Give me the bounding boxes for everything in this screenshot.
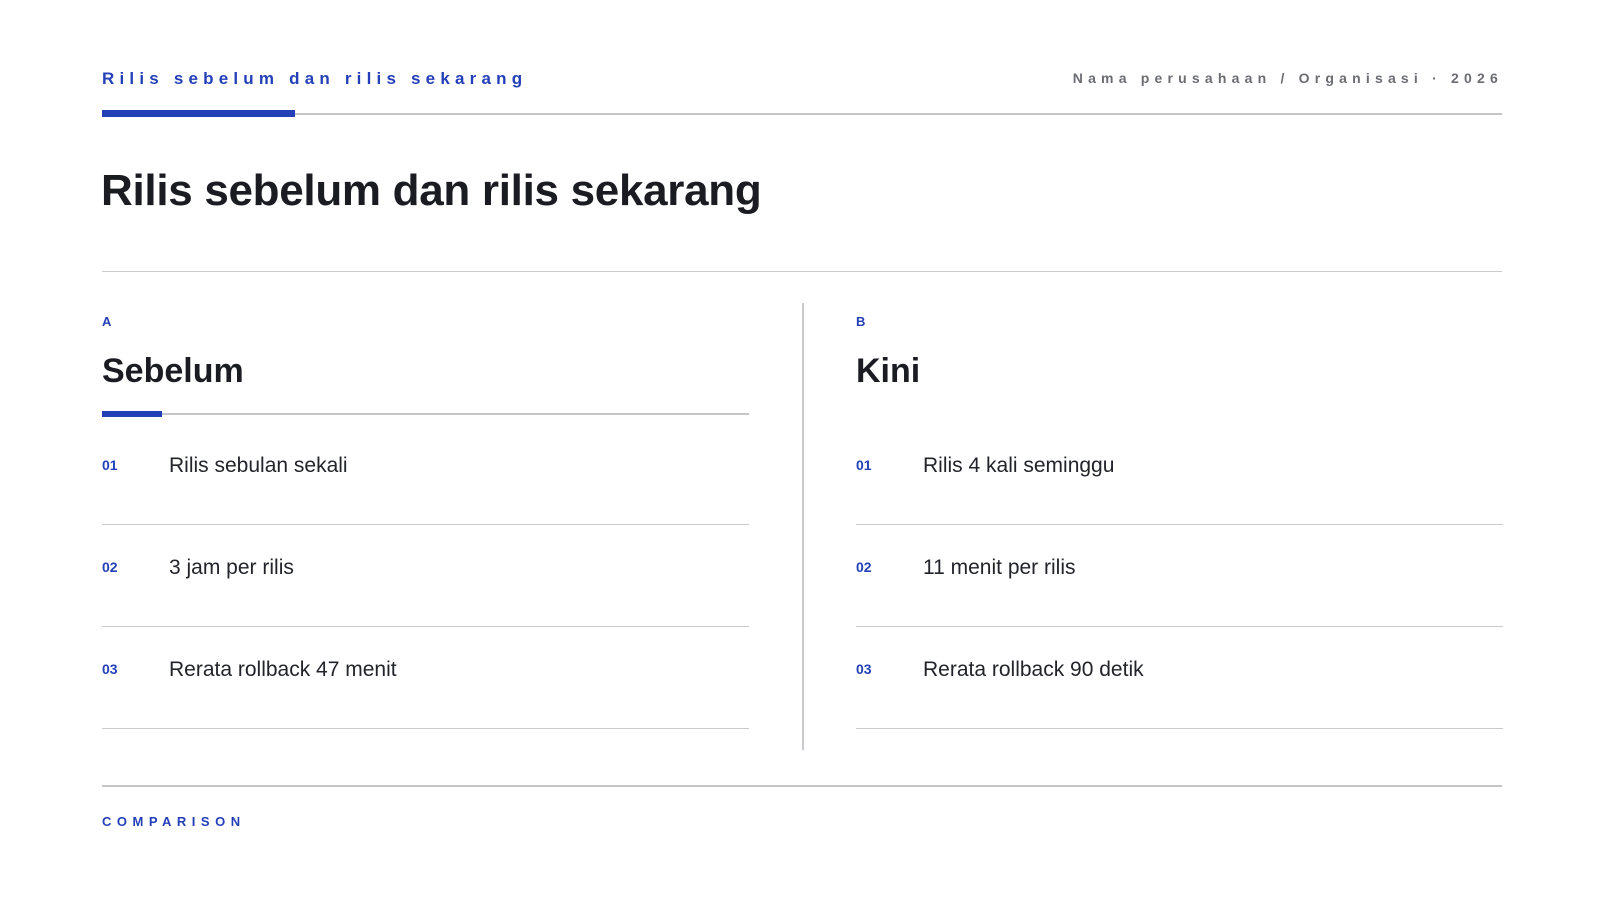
column-letter: A <box>102 314 112 329</box>
list-item: 02 3 jam per rilis <box>102 525 749 627</box>
item-text: Rerata rollback 47 menit <box>169 658 397 681</box>
column-heading: Kini <box>856 352 921 390</box>
item-text: Rilis 4 kali seminggu <box>923 454 1115 477</box>
column-letter: B <box>856 314 866 329</box>
list-item: 01 Rilis 4 kali seminggu <box>856 423 1503 525</box>
list-item: 02 11 menit per rilis <box>856 525 1503 627</box>
slide: Rilis sebelum dan rilis sekarang Nama pe… <box>0 0 1598 900</box>
header-accent-bar <box>102 110 295 117</box>
column-divider <box>802 303 804 750</box>
list-item: 01 Rilis sebulan sekali <box>102 423 749 525</box>
item-number: 03 <box>856 661 872 677</box>
item-list: 01 Rilis sebulan sekali 02 3 jam per ril… <box>102 423 749 729</box>
footer-divider <box>102 785 1502 787</box>
item-text: 3 jam per rilis <box>169 556 294 579</box>
item-number: 02 <box>856 559 872 575</box>
column-heading-divider <box>102 413 749 415</box>
column-heading: Sebelum <box>102 352 244 390</box>
footer-label: COMPARISON <box>102 814 246 829</box>
list-item: 03 Rerata rollback 90 detik <box>856 627 1503 729</box>
header-divider <box>102 113 1502 115</box>
title-divider <box>102 271 1502 272</box>
page-title: Rilis sebelum dan rilis sekarang <box>101 166 762 215</box>
item-number: 02 <box>102 559 118 575</box>
header-eyebrow: Rilis sebelum dan rilis sekarang <box>102 69 528 88</box>
item-list: 01 Rilis 4 kali seminggu 02 11 menit per… <box>856 423 1503 729</box>
item-text: 11 menit per rilis <box>923 556 1076 579</box>
column-heading-accent-bar <box>102 411 162 417</box>
item-number: 03 <box>102 661 118 677</box>
item-number: 01 <box>102 457 118 473</box>
item-number: 01 <box>856 457 872 473</box>
item-text: Rerata rollback 90 detik <box>923 658 1144 681</box>
item-text: Rilis sebulan sekali <box>169 454 348 477</box>
header-organization: Nama perusahaan / Organisasi · 2026 <box>1072 70 1503 86</box>
list-item: 03 Rerata rollback 47 menit <box>102 627 749 729</box>
